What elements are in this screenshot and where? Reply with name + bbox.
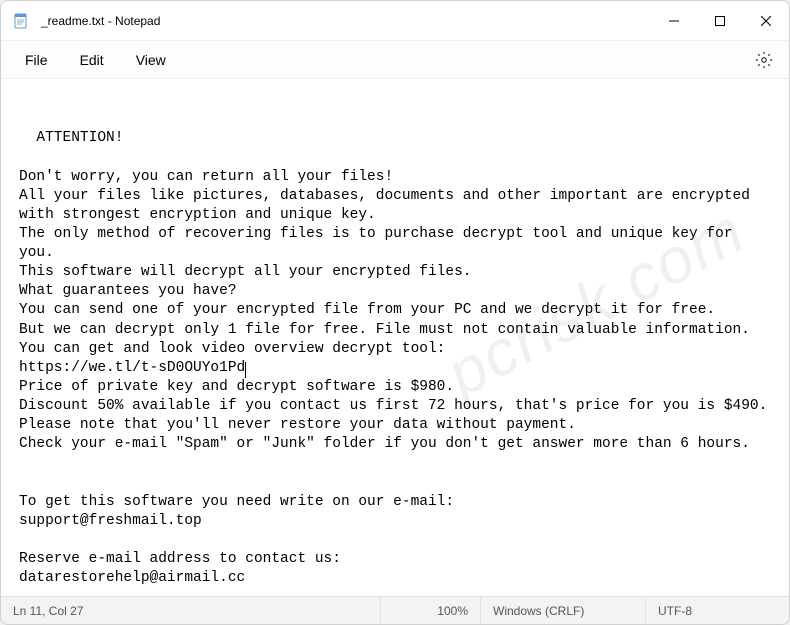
watermark-text: pcrisk.com — [432, 188, 759, 416]
menu-edit[interactable]: Edit — [64, 46, 120, 74]
menu-view[interactable]: View — [120, 46, 182, 74]
settings-button[interactable] — [747, 43, 781, 77]
status-zoom[interactable]: 100% — [381, 597, 481, 624]
menu-file[interactable]: File — [9, 46, 64, 74]
maximize-icon — [715, 16, 725, 26]
notepad-app-icon — [13, 13, 29, 29]
maximize-button[interactable] — [697, 1, 743, 40]
window-title: _readme.txt - Notepad — [41, 14, 651, 28]
statusbar: Ln 11, Col 27 100% Windows (CRLF) UTF-8 — [1, 596, 789, 624]
minimize-icon — [669, 16, 679, 26]
close-button[interactable] — [743, 1, 789, 40]
close-icon — [761, 16, 771, 26]
notepad-window: _readme.txt - Notepad File Edit View p — [0, 0, 790, 625]
status-cursor-position: Ln 11, Col 27 — [1, 597, 381, 624]
menubar: File Edit View — [1, 41, 789, 79]
text-caret — [245, 362, 246, 378]
titlebar: _readme.txt - Notepad — [1, 1, 789, 41]
status-encoding: UTF-8 — [646, 597, 789, 624]
window-controls — [651, 1, 789, 40]
text-editor-area[interactable]: pcrisk.com ATTENTION! Don't worry, you c… — [1, 79, 789, 596]
minimize-button[interactable] — [651, 1, 697, 40]
gear-icon — [755, 51, 773, 69]
status-line-ending: Windows (CRLF) — [481, 597, 646, 624]
